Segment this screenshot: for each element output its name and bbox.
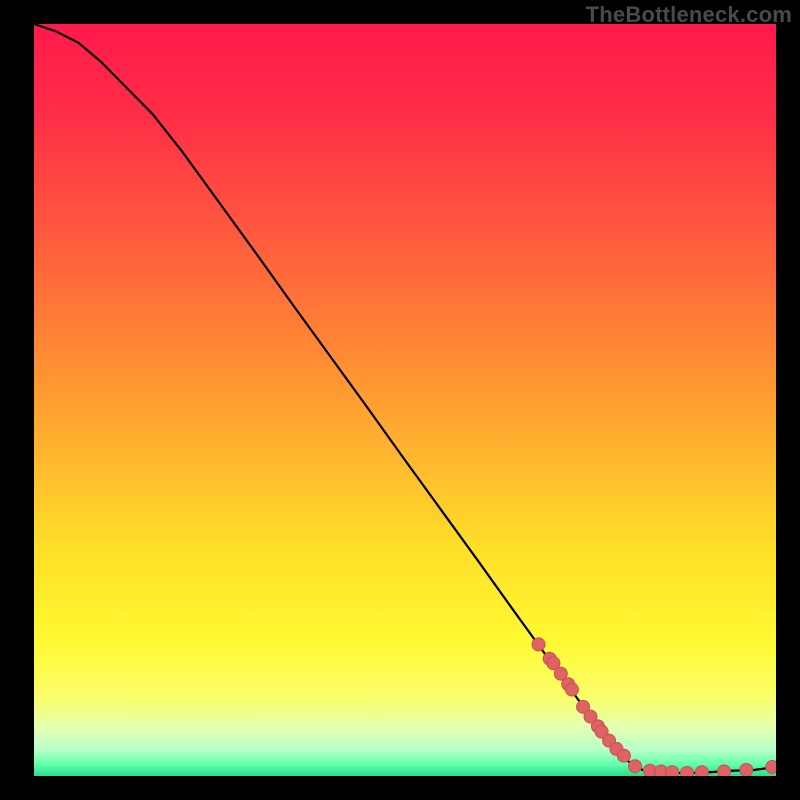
data-point	[666, 766, 679, 776]
data-point	[740, 763, 753, 776]
data-point	[695, 766, 708, 776]
gradient-background	[34, 24, 776, 776]
data-point	[629, 760, 642, 773]
data-point	[617, 749, 630, 762]
data-point	[565, 683, 578, 696]
data-point	[718, 765, 731, 776]
watermark-text: TheBottleneck.com	[586, 2, 792, 28]
plot-area	[34, 24, 776, 776]
data-point	[766, 760, 776, 773]
data-point	[532, 638, 545, 651]
chart-svg	[34, 24, 776, 776]
chart-frame: TheBottleneck.com	[0, 0, 800, 800]
data-point	[680, 766, 693, 776]
